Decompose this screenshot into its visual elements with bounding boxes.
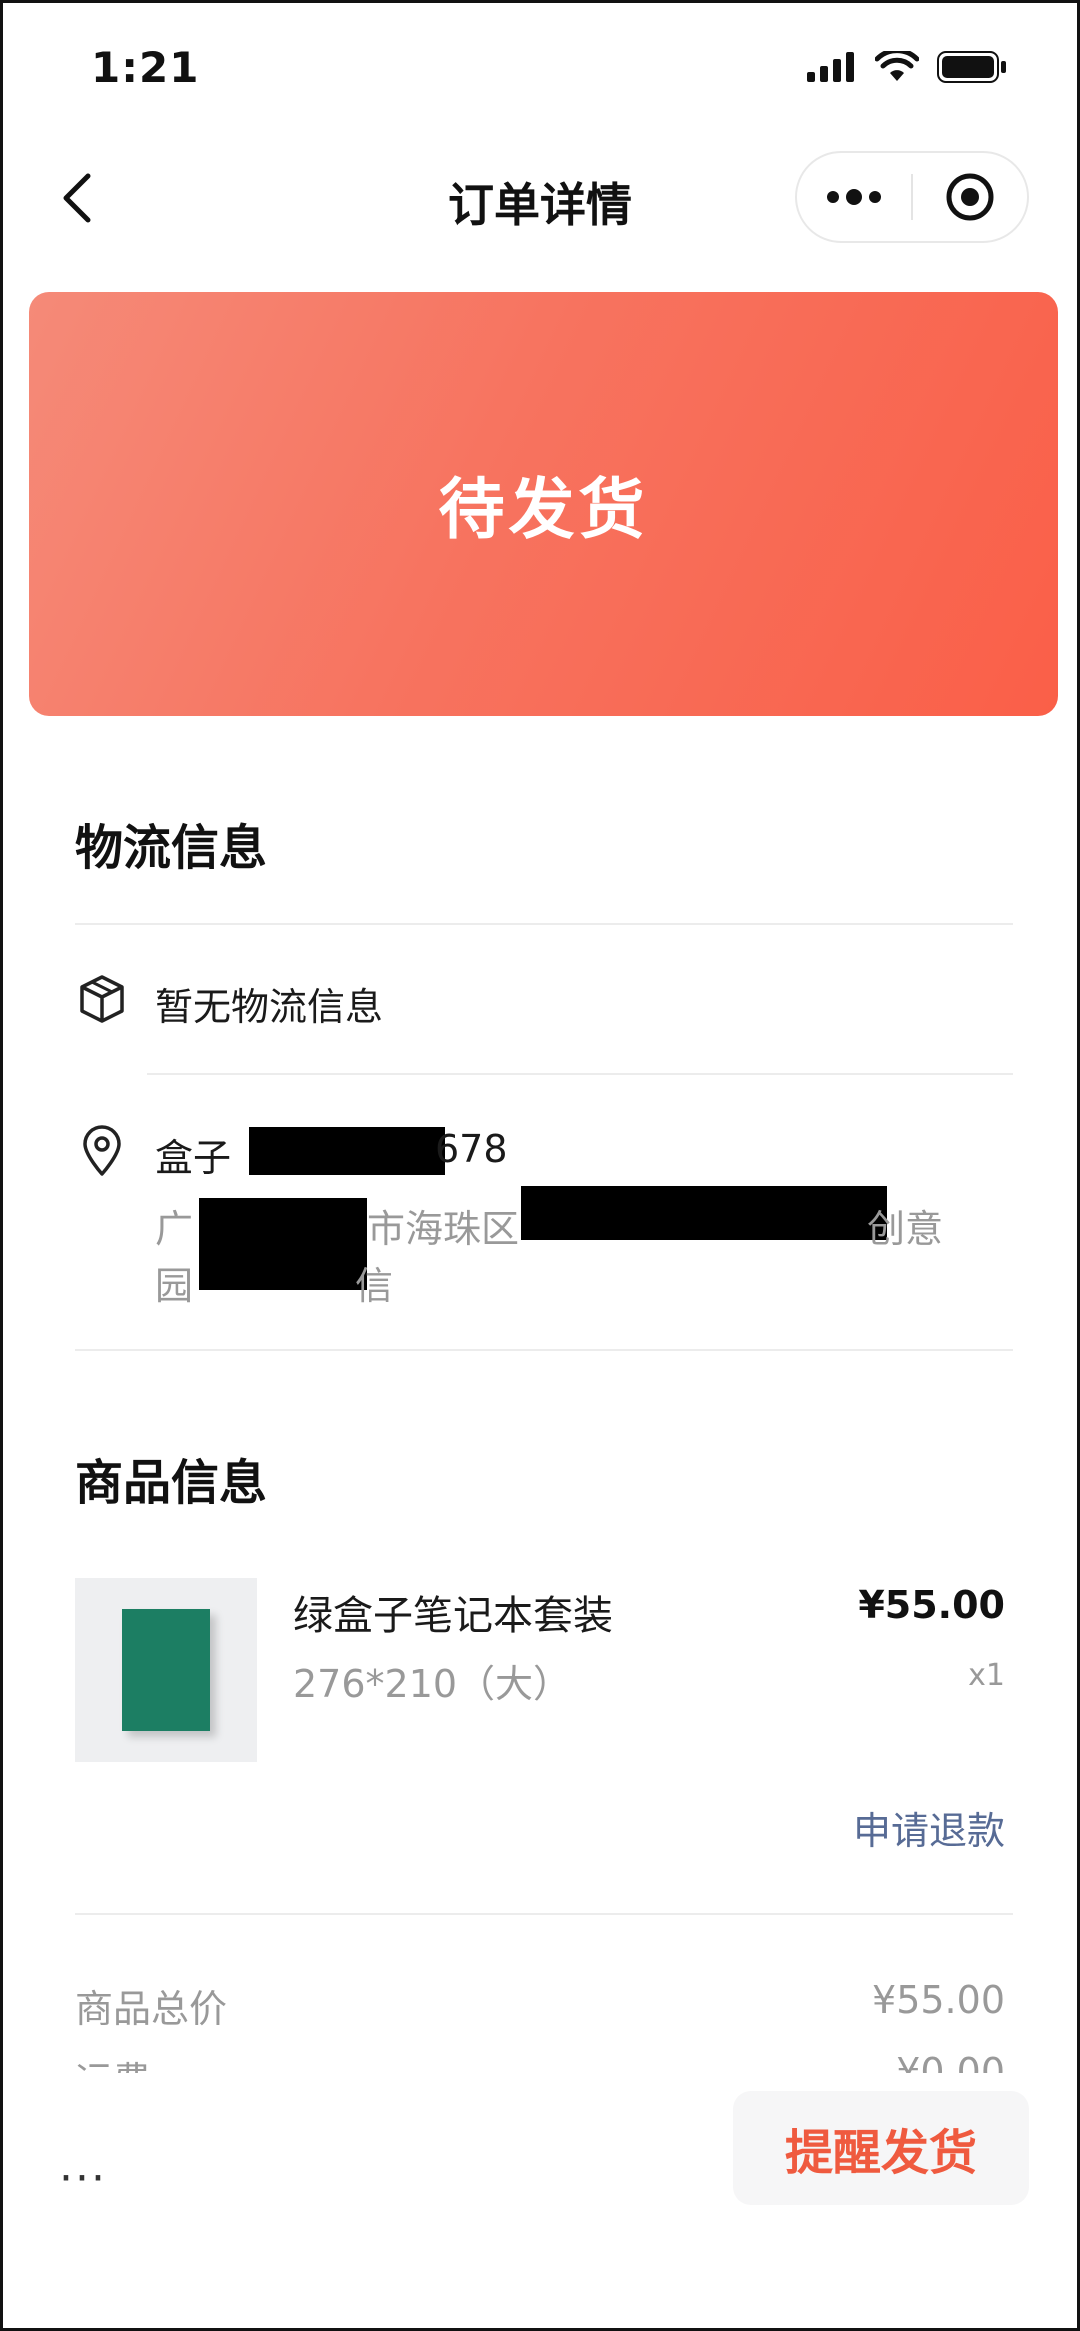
product-name: 绿盒子笔记本套装: [293, 1593, 613, 1639]
redacted-address-block: [199, 1198, 367, 1290]
more-actions-button[interactable]: ···: [59, 2153, 107, 2204]
logistics-section-title: 物流信息: [75, 820, 268, 876]
refund-button[interactable]: 申请退款: [853, 1800, 1005, 1855]
nav-bar: 订单详情: [3, 133, 1077, 263]
recipient-phone-tail: 678: [435, 1127, 508, 1171]
remind-shipment-button[interactable]: 提醒发货: [733, 2091, 1029, 2205]
package-icon: [80, 975, 124, 1023]
signal-icon: [807, 52, 854, 82]
product-price: ¥55.00: [858, 1583, 1005, 1627]
product-spec: 276*210（大）: [293, 1662, 572, 1706]
product-quantity: x1: [968, 1658, 1005, 1693]
address-line2-end: 信: [355, 1264, 394, 1308]
bottom-action-bar: ··· 提醒发货: [3, 2073, 1077, 2328]
total-price-label: 商品总价: [75, 1987, 228, 2031]
notebook-image: [122, 1609, 210, 1731]
address-line1-start: 广: [155, 1207, 194, 1251]
divider: [147, 1073, 1013, 1075]
status-bar: 1:21: [3, 3, 1077, 133]
address-line1-mid: 市海珠区: [367, 1207, 520, 1251]
close-miniprogram-button[interactable]: [913, 153, 1027, 241]
wifi-icon: [875, 51, 919, 81]
redacted-address-detail: [521, 1186, 887, 1240]
more-dots-icon: [827, 189, 881, 205]
recipient-name: 盒子: [155, 1136, 232, 1180]
status-icons: [807, 51, 1007, 83]
tracking-status-text: 暂无物流信息: [155, 985, 384, 1029]
total-price-value: ¥55.00: [872, 1978, 1005, 2022]
address-line2-start: 园: [155, 1264, 194, 1308]
address-line1-end: 创意: [867, 1207, 944, 1251]
divider: [75, 1349, 1013, 1351]
product-image: [75, 1578, 257, 1762]
redacted-phone: [249, 1127, 445, 1175]
product-section-title: 商品信息: [75, 1455, 268, 1511]
order-status-banner: 待发货: [29, 292, 1058, 716]
order-status-text: 待发货: [438, 471, 649, 548]
phone-screen: 1:21 订单详情 待发货 物流信息 暂无物流信息 盒子 678 广 市海珠区 …: [0, 0, 1080, 2331]
divider: [75, 923, 1013, 925]
target-icon: [946, 173, 994, 221]
status-time: 1:21: [91, 43, 200, 92]
location-pin-icon: [83, 1125, 121, 1176]
divider: [75, 1913, 1013, 1915]
battery-icon: [937, 51, 1006, 83]
miniprogram-capsule: [795, 151, 1029, 243]
more-button[interactable]: [797, 153, 911, 241]
